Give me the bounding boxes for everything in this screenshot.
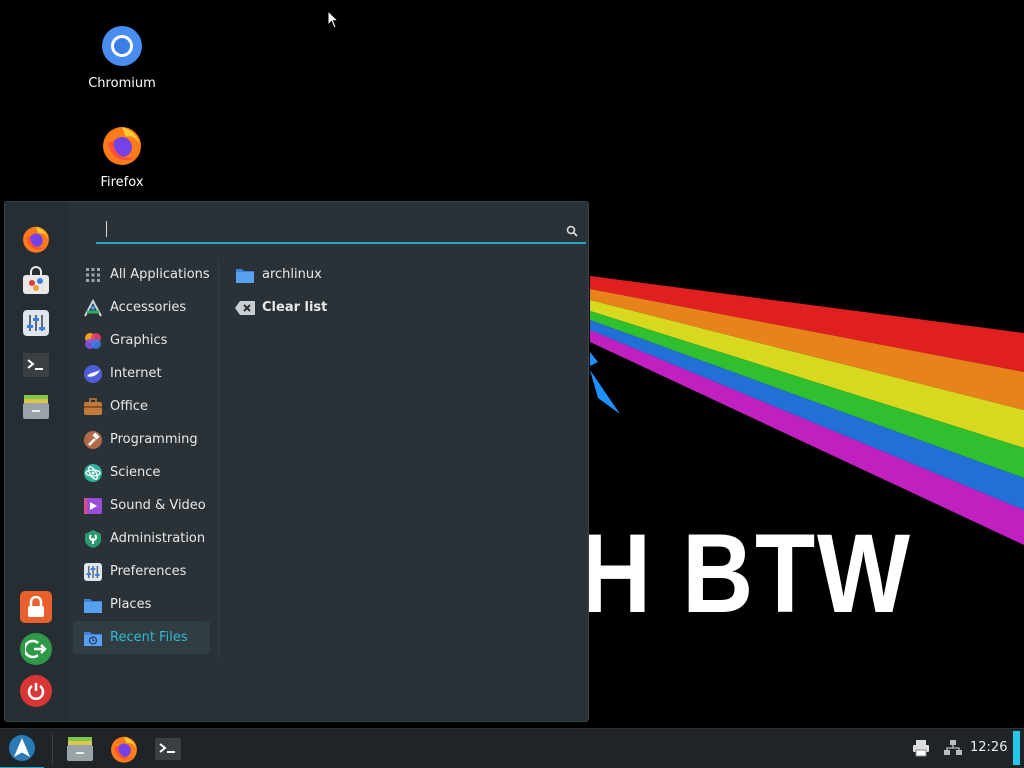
category-label: Sound & Video [110,498,206,513]
recent-files-icon [83,628,103,648]
category-preferences[interactable]: Preferences [73,555,210,588]
file-manager-icon[interactable] [20,391,52,423]
printer-icon[interactable] [912,739,930,761]
clock[interactable]: 12:26 [970,740,1007,755]
office-icon [83,397,103,417]
item-label: archlinux [262,267,322,282]
text-cursor [106,221,107,237]
category-label: Accessories [110,300,187,315]
preferences-icon [83,562,103,582]
folder-icon [83,595,103,615]
recent-files-list: archlinux Clear list [229,258,579,324]
file-manager-icon[interactable] [64,733,96,765]
category-label: Office [110,399,148,414]
item-label: Clear list [262,300,328,315]
category-all-applications[interactable]: All Applications [73,258,210,291]
search-bar[interactable] [96,214,586,244]
category-label: Graphics [110,333,168,348]
accessories-icon [83,298,103,318]
logout-icon[interactable] [20,633,52,665]
desktop-icon-label: Chromium [88,76,156,91]
category-list: All Applications Accessories Graphics In… [73,258,210,654]
wallpaper-text: H BTW [580,511,912,636]
folder-icon [234,265,256,285]
category-graphics[interactable]: Graphics [73,324,210,357]
category-label: Programming [110,432,198,447]
settings-icon[interactable] [20,307,52,339]
category-accessories[interactable]: Accessories [73,291,210,324]
menu-divider [218,258,219,658]
category-label: Places [110,597,152,612]
lock-icon[interactable] [20,591,52,623]
category-label: Preferences [110,564,187,579]
category-administration[interactable]: Administration [73,522,210,555]
category-label: Administration [110,531,206,546]
graphics-icon [83,331,103,351]
desktop-icon-firefox[interactable]: Firefox [72,123,172,190]
terminal-icon[interactable] [20,349,52,381]
clear-icon [234,298,256,318]
category-label: All Applications [110,267,210,282]
administration-icon [83,529,103,549]
category-science[interactable]: Science [73,456,210,489]
recent-item-archlinux[interactable]: archlinux [229,258,579,291]
clear-list-button[interactable]: Clear list [229,291,579,324]
category-label: Internet [110,366,162,381]
taskbar: 12:26 [0,728,1024,768]
favorites-sidebar [5,202,69,721]
terminal-icon[interactable] [152,733,184,765]
search-input[interactable] [104,219,544,239]
firefox-icon[interactable] [108,733,140,765]
mouse-cursor-icon [327,9,340,34]
start-menu-button[interactable] [0,729,44,768]
science-icon [83,463,103,483]
category-programming[interactable]: Programming [73,423,210,456]
network-icon[interactable] [943,739,963,761]
software-store-icon[interactable] [20,265,52,297]
category-label: Recent Files [110,630,188,645]
arch-logo-icon [9,735,35,761]
chromium-icon [100,24,144,68]
grid-icon [83,265,103,285]
search-icon [566,222,578,241]
internet-icon [83,364,103,384]
programming-icon [83,430,103,450]
firefox-icon[interactable] [20,223,52,255]
show-desktop-button[interactable] [1013,731,1020,765]
desktop-icon-label: Firefox [100,175,144,190]
category-internet[interactable]: Internet [73,357,210,390]
category-recent-files[interactable]: Recent Files [73,621,210,654]
taskbar-separator [52,733,53,765]
firefox-icon [100,123,144,167]
category-places[interactable]: Places [73,588,210,621]
sound-video-icon [83,496,103,516]
category-office[interactable]: Office [73,390,210,423]
category-sound-video[interactable]: Sound & Video [73,489,210,522]
application-menu: All Applications Accessories Graphics In… [4,201,589,722]
power-icon[interactable] [20,675,52,707]
category-label: Science [110,465,161,480]
desktop-icon-chromium[interactable]: Chromium [72,24,172,91]
